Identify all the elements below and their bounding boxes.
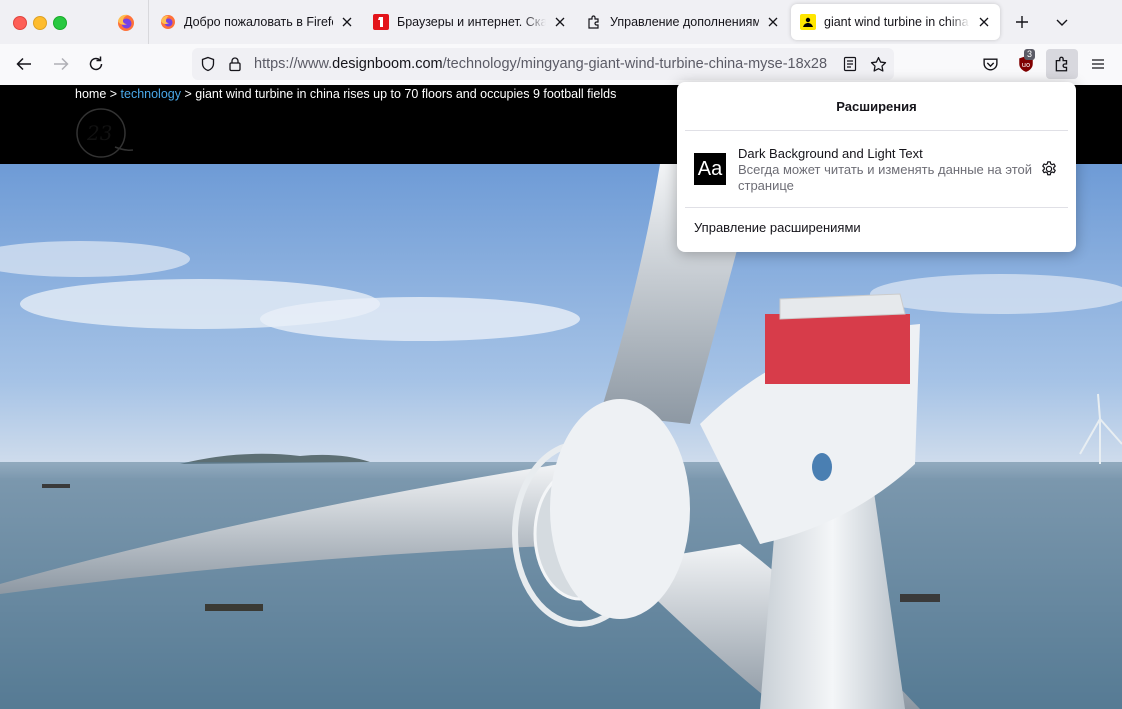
divider bbox=[685, 207, 1068, 208]
chevron-down-icon bbox=[1056, 19, 1068, 26]
shield-icon bbox=[201, 56, 215, 72]
site-red-icon bbox=[373, 14, 389, 30]
site-logo[interactable]: 23 bbox=[75, 107, 135, 159]
bookmark-button[interactable] bbox=[868, 54, 888, 74]
forward-button[interactable] bbox=[49, 52, 73, 76]
window-minimize-button[interactable] bbox=[33, 16, 47, 30]
reader-view-button[interactable] bbox=[840, 54, 860, 74]
tab-label: Браузеры и интернет. Скача bbox=[397, 15, 546, 29]
dark-background-extension-icon: Aa bbox=[694, 153, 726, 185]
star-icon bbox=[870, 56, 886, 72]
firefox-icon bbox=[118, 14, 134, 31]
tab-separator bbox=[148, 0, 149, 44]
extension-item-dark-background[interactable]: Aa Dark Background and Light Text Всегда… bbox=[685, 138, 1068, 200]
close-tab-icon[interactable] bbox=[765, 14, 781, 30]
tab-addons-manager[interactable]: Управление дополнениями bbox=[586, 4, 781, 40]
breadcrumb-separator: > bbox=[181, 87, 196, 101]
close-tab-icon[interactable] bbox=[339, 14, 355, 30]
window-maximize-button[interactable] bbox=[53, 16, 67, 30]
hamburger-menu-icon bbox=[1092, 59, 1104, 69]
url-prefix: https://www. bbox=[254, 56, 333, 72]
site-logo-text: 23 bbox=[87, 121, 113, 145]
firefox-view-button[interactable] bbox=[114, 11, 138, 35]
extensions-button[interactable] bbox=[1046, 49, 1078, 79]
gear-icon bbox=[1042, 161, 1056, 176]
extension-icon-text: Aa bbox=[697, 157, 723, 180]
tracking-protection-button[interactable] bbox=[198, 54, 218, 74]
tab-label: Управление дополнениями bbox=[610, 15, 759, 29]
reader-view-icon bbox=[843, 56, 857, 72]
url-text[interactable]: https://www.designboom.com/technology/mi… bbox=[254, 56, 834, 72]
breadcrumb-current-page: giant wind turbine in china rises up to … bbox=[195, 87, 617, 101]
app-menu-button[interactable] bbox=[1086, 52, 1110, 76]
back-button[interactable] bbox=[12, 52, 36, 76]
pocket-icon bbox=[982, 57, 998, 70]
tab-label: Добро пожаловать в Firefox bbox=[184, 15, 333, 29]
ublock-badge-count: 3 bbox=[1024, 49, 1036, 60]
tab-wind-turbine-article[interactable]: giant wind turbine in china rise bbox=[791, 4, 1000, 40]
reload-button[interactable] bbox=[84, 52, 108, 76]
puzzle-icon bbox=[1055, 56, 1068, 72]
puzzle-icon bbox=[588, 15, 599, 29]
designboom-icon bbox=[800, 14, 816, 30]
tab-firefox-welcome[interactable]: Добро пожаловать в Firefox bbox=[160, 4, 355, 40]
divider bbox=[685, 130, 1068, 131]
breadcrumb-separator: > bbox=[106, 87, 121, 101]
manage-extensions-button[interactable]: Управление расширениями bbox=[685, 216, 1068, 242]
url-host: designboom.com bbox=[332, 56, 443, 72]
close-tab-icon[interactable] bbox=[976, 14, 992, 30]
url-path: /technology/mingyang-giant-wind-turbine-… bbox=[442, 56, 828, 72]
svg-text:uo: uo bbox=[1022, 61, 1030, 69]
extension-permission-description: Всегда может читать и изменять данные на… bbox=[738, 162, 1033, 193]
url-bar[interactable]: https://www.designboom.com/technology/mi… bbox=[192, 48, 894, 80]
new-tab-button[interactable] bbox=[1010, 10, 1034, 34]
close-tab-icon[interactable] bbox=[552, 14, 568, 30]
breadcrumb-home-link[interactable]: home bbox=[75, 87, 106, 101]
navigation-toolbar: https://www.designboom.com/technology/mi… bbox=[0, 44, 1122, 86]
breadcrumb: home > technology > giant wind turbine i… bbox=[75, 87, 616, 101]
manage-extensions-label: Управление расширениями bbox=[694, 220, 861, 235]
extension-settings-button[interactable] bbox=[1038, 158, 1060, 180]
tab-bar: Добро пожаловать в Firefox Браузеры и ин… bbox=[0, 0, 1122, 44]
tab-browsers-internet[interactable]: Браузеры и интернет. Скача bbox=[373, 4, 568, 40]
site-security-button[interactable] bbox=[225, 54, 245, 74]
window-close-button[interactable] bbox=[13, 16, 27, 30]
reload-icon bbox=[89, 56, 103, 71]
arrow-left-icon bbox=[16, 57, 31, 71]
extensions-panel: Расширения Aa Dark Background and Light … bbox=[677, 82, 1076, 252]
panel-title: Расширения bbox=[836, 99, 917, 114]
lock-icon bbox=[229, 57, 241, 72]
pocket-button[interactable] bbox=[978, 52, 1002, 76]
list-all-tabs-button[interactable] bbox=[1050, 10, 1074, 34]
extension-name: Dark Background and Light Text bbox=[738, 146, 923, 161]
tab-label: giant wind turbine in china rise bbox=[824, 15, 970, 29]
ublock-origin-button[interactable]: uo 3 bbox=[1014, 49, 1038, 76]
arrow-right-icon bbox=[54, 57, 69, 71]
breadcrumb-technology-link[interactable]: technology bbox=[121, 87, 181, 101]
plus-icon bbox=[1016, 16, 1028, 28]
firefox-icon bbox=[161, 15, 175, 29]
